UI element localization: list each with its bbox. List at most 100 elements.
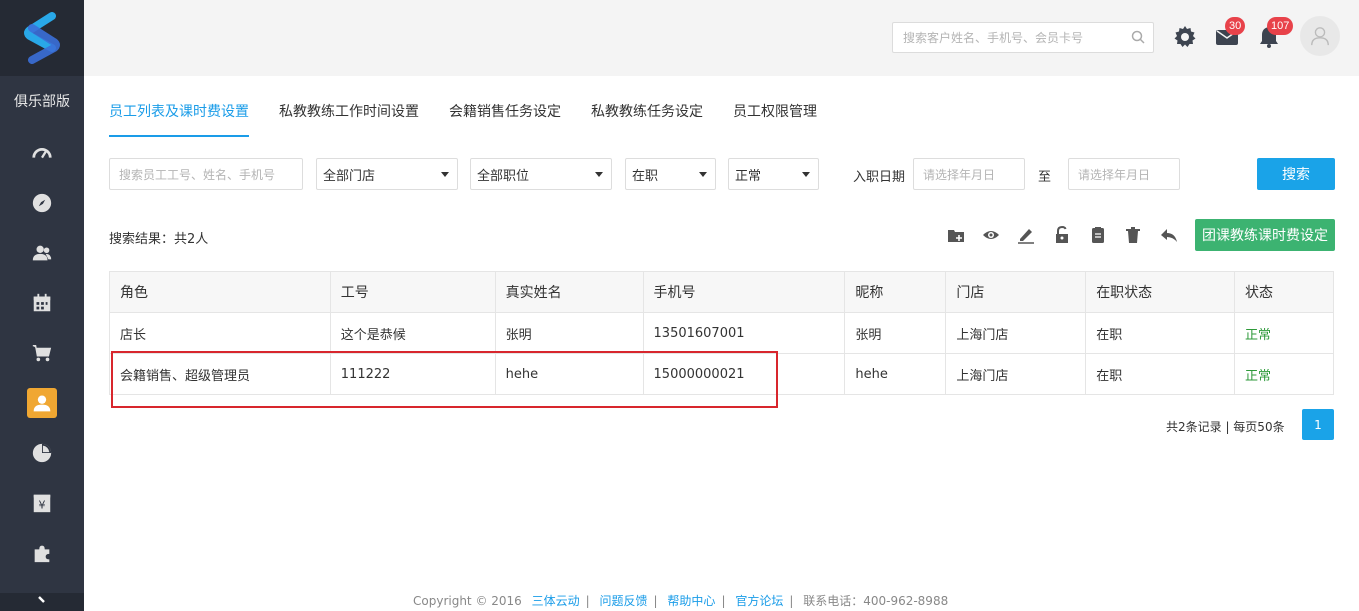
search-button[interactable]: 搜索	[1257, 158, 1335, 190]
notifications-button[interactable]: 107	[1257, 17, 1294, 49]
store-select[interactable]: 全部门店	[316, 158, 458, 190]
cell-store: 上海门店	[945, 353, 1087, 395]
unlock-button[interactable]	[1053, 225, 1071, 244]
table-header-row: 角色 工号 真实姓名 手机号 昵称 门店 在职状态 状态	[109, 271, 1334, 313]
cell-phone: 13501607001	[642, 312, 846, 354]
position-select[interactable]: 全部职位	[470, 158, 612, 190]
user-icon	[33, 395, 51, 412]
delete-button[interactable]	[1124, 226, 1142, 244]
pie-chart-icon	[32, 443, 52, 463]
view-button[interactable]	[982, 226, 1000, 244]
status-select[interactable]: 正常	[728, 158, 819, 190]
add-folder-button[interactable]	[947, 226, 965, 244]
table-row[interactable]: 会籍销售、超级管理员 111222 hehe 15000000021 hehe …	[109, 353, 1334, 395]
undo-button[interactable]	[1160, 226, 1178, 244]
employment-select[interactable]: 在职	[625, 158, 716, 190]
user-avatar[interactable]	[1300, 16, 1340, 56]
compass-icon	[32, 193, 52, 213]
footer-link-forum[interactable]: 官方论坛	[735, 594, 783, 608]
footer-separator: |	[789, 594, 794, 608]
global-search-input[interactable]	[893, 23, 1123, 52]
caret-down-icon	[699, 172, 707, 177]
settings-button[interactable]	[1173, 25, 1197, 49]
clipboard-button[interactable]	[1089, 226, 1107, 244]
caret-down-icon	[802, 172, 810, 177]
date-to-input[interactable]: 请选择年月日	[1068, 158, 1180, 190]
sidebar-item-plugins[interactable]	[0, 528, 84, 578]
group-coach-fee-button[interactable]: 团课教练课时费设定	[1195, 219, 1335, 251]
employment-select-value: 在职	[632, 167, 659, 183]
cell-employment: 在职	[1085, 312, 1236, 354]
col-real-name: 真实姓名	[494, 271, 644, 313]
store-select-value: 全部门店	[323, 167, 376, 183]
page-button-current[interactable]: 1	[1302, 409, 1334, 440]
col-store: 门店	[945, 271, 1087, 313]
col-nickname: 昵称	[844, 271, 947, 313]
gear-icon	[1174, 26, 1196, 47]
footer: Copyright © 2016 三体云动 | 问题反馈 | 帮助中心 | 官方论坛 |…	[413, 592, 948, 609]
footer-separator: |	[721, 594, 726, 608]
active-indicator	[27, 388, 57, 418]
tab-trainer-tasks[interactable]: 私教教练任务设定	[591, 100, 703, 137]
status-select-value: 正常	[735, 167, 762, 183]
cell-status: 正常	[1234, 353, 1334, 395]
cell-phone: 15000000021	[642, 353, 846, 395]
col-status: 状态	[1234, 271, 1334, 313]
sidebar-collapse-toggle[interactable]	[0, 593, 84, 611]
logo[interactable]	[0, 0, 84, 76]
gauge-icon	[32, 148, 52, 159]
finance-icon: ¥	[33, 494, 51, 513]
sidebar-item-members[interactable]	[0, 228, 84, 278]
cell-employee-id: 这个是恭候	[329, 312, 496, 354]
footer-copyright: Copyright © 2016	[413, 594, 522, 608]
col-phone: 手机号	[642, 271, 846, 313]
caret-down-icon	[595, 172, 603, 177]
footer-separator: |	[585, 594, 590, 608]
sidebar-item-calendar[interactable]	[0, 278, 84, 328]
calendar-icon	[33, 293, 51, 312]
sidebar-item-staff[interactable]	[0, 378, 84, 428]
tab-bar: 员工列表及课时费设置 私教教练工作时间设置 会籍销售任务设定 私教教练任务设定 …	[109, 100, 847, 138]
position-select-value: 全部职位	[477, 167, 530, 183]
top-header: 30 107	[84, 0, 1359, 76]
folder-add-icon	[948, 230, 964, 242]
sidebar-item-reports[interactable]	[0, 428, 84, 478]
clipboard-icon	[1092, 227, 1104, 243]
unlock-icon	[1056, 225, 1068, 243]
footer-link-feedback[interactable]: 问题反馈	[600, 594, 648, 608]
footer-link-company[interactable]: 三体云动	[532, 594, 580, 608]
caret-down-icon	[441, 172, 449, 177]
tab-staff-list[interactable]: 员工列表及课时费设置	[109, 100, 249, 137]
cell-store: 上海门店	[945, 312, 1087, 354]
col-employee-id: 工号	[329, 271, 496, 313]
date-from-input[interactable]: 请选择年月日	[913, 158, 1025, 190]
reply-icon	[1161, 229, 1177, 242]
search-icon[interactable]	[1131, 30, 1145, 44]
to-label: 至	[1038, 170, 1052, 185]
sidebar-item-dashboard[interactable]	[0, 128, 84, 178]
staff-table: 角色 工号 真实姓名 手机号 昵称 门店 在职状态 状态 店长 这个是恭候 张明…	[109, 271, 1334, 395]
tab-trainer-hours[interactable]: 私教教练工作时间设置	[279, 100, 419, 137]
users-icon	[32, 245, 52, 261]
messages-button[interactable]: 30	[1215, 17, 1246, 49]
edit-button[interactable]	[1017, 226, 1035, 244]
footer-phone: 联系电话：400-962-8988	[803, 594, 949, 608]
sidebar-item-shop[interactable]	[0, 328, 84, 378]
tab-sales-tasks[interactable]: 会籍销售任务设定	[449, 100, 561, 137]
cell-role: 店长	[109, 312, 331, 354]
global-search[interactable]	[892, 22, 1154, 53]
mail-count-badge: 30	[1225, 17, 1246, 35]
sidebar-item-finance[interactable]: ¥	[0, 478, 84, 528]
cell-real-name: hehe	[494, 353, 644, 395]
staff-search-input[interactable]: 搜索员工工号、姓名、手机号	[109, 158, 303, 190]
footer-link-help[interactable]: 帮助中心	[667, 594, 715, 608]
cell-real-name: 张明	[494, 312, 644, 354]
tab-permissions[interactable]: 员工权限管理	[733, 100, 817, 137]
cell-role: 会籍销售、超级管理员	[109, 353, 331, 395]
cart-icon	[32, 344, 52, 362]
hire-date-label: 入职日期	[853, 170, 906, 185]
pagination-summary: 共2条记录 | 每页50条	[1166, 420, 1285, 434]
table-row[interactable]: 店长 这个是恭候 张明 13501607001 张明 上海门店 在职 正常	[109, 312, 1334, 354]
sidebar-item-explore[interactable]	[0, 178, 84, 228]
footer-separator: |	[653, 594, 658, 608]
